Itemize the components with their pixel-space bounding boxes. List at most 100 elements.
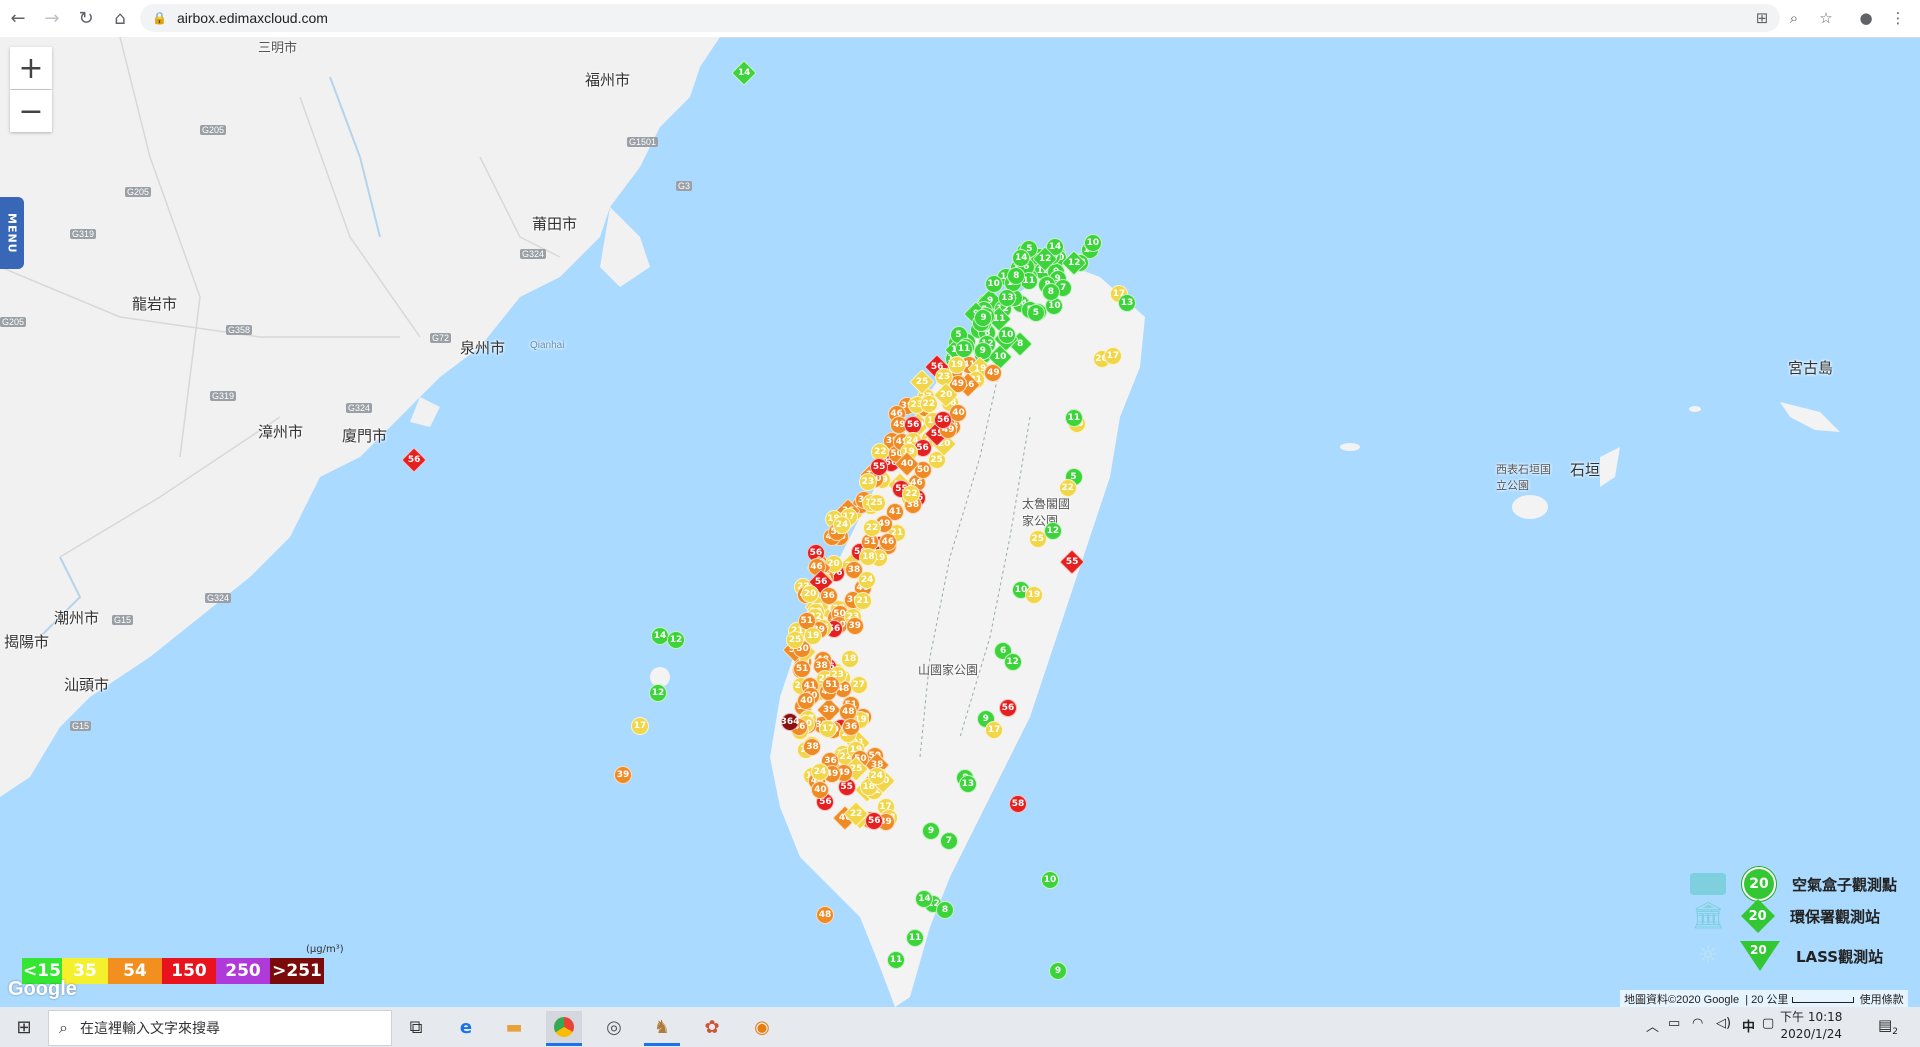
- more-menu-icon[interactable]: ⋮: [1884, 4, 1912, 32]
- sensor-marker[interactable]: 22: [863, 519, 882, 538]
- menu-tab-button[interactable]: MENU: [0, 197, 24, 269]
- sensor-marker[interactable]: 48: [816, 906, 834, 924]
- sensor-value: 51: [800, 616, 813, 627]
- sensor-value: 41: [888, 507, 902, 518]
- highway-shield: G319: [210, 391, 237, 401]
- compass-app-icon[interactable]: ◎: [596, 1011, 632, 1043]
- map-canvas[interactable]: 福州市 三明市 莆田市 龍岩市 泉州市 Qianhai 漳州市 廈門市 潮州市 …: [0, 37, 1920, 1007]
- windows-start-icon[interactable]: ⊞: [6, 1011, 42, 1043]
- sensor-value: 40: [800, 695, 813, 706]
- forward-icon[interactable]: →: [36, 3, 68, 35]
- reload-icon[interactable]: ↻: [70, 3, 102, 35]
- zoom-out-button[interactable]: −: [10, 90, 52, 132]
- profile-icon[interactable]: ●: [1852, 4, 1880, 32]
- sensor-value: 49: [951, 378, 965, 389]
- sensor-marker[interactable]: 19: [1024, 585, 1043, 604]
- sensor-marker[interactable]: 8: [1041, 283, 1060, 302]
- bookmark-star-icon[interactable]: ☆: [1812, 4, 1840, 32]
- sensor-marker[interactable]: 13: [1118, 293, 1137, 312]
- owl-app-icon[interactable]: ♞: [644, 1011, 680, 1046]
- tray-chevron-icon[interactable]: ︿: [1646, 1016, 1659, 1035]
- ime-indicator[interactable]: 中: [1742, 1016, 1755, 1035]
- task-view-icon[interactable]: ⧉: [398, 1011, 434, 1043]
- sensor-value: 22: [865, 523, 879, 534]
- sensor-marker[interactable]: 18: [840, 649, 859, 668]
- sensor-marker[interactable]: 364: [781, 713, 799, 731]
- sensor-marker[interactable]: 25: [867, 494, 886, 513]
- sensor-marker[interactable]: 40: [811, 780, 830, 799]
- sensor-marker[interactable]: 11: [906, 929, 924, 947]
- address-bar[interactable]: 🔒 airbox.edimaxcloud.com: [140, 4, 1780, 32]
- taskbar-clock[interactable]: 下午 10:18 2020/1/24: [1780, 1009, 1842, 1043]
- translate-icon[interactable]: ⊞: [1748, 4, 1776, 32]
- sensor-value: 12: [669, 635, 683, 645]
- sensor-marker[interactable]: 10: [1041, 871, 1059, 889]
- sensor-marker[interactable]: 12: [1043, 521, 1062, 540]
- notification-center-icon[interactable]: ▤2: [1878, 1016, 1898, 1037]
- sensor-marker[interactable]: 24: [832, 515, 851, 534]
- sensor-marker[interactable]: 17: [1103, 346, 1122, 365]
- sensor-marker[interactable]: 24: [867, 767, 886, 786]
- sensor-marker[interactable]: 20: [801, 584, 820, 603]
- sensor-marker[interactable]: 17: [819, 719, 838, 738]
- sensor-value: 24: [835, 519, 849, 530]
- paint-app-icon[interactable]: ✿: [694, 1011, 730, 1043]
- sensor-marker[interactable]: 49: [984, 363, 1003, 382]
- sensor-marker[interactable]: 11: [954, 339, 973, 358]
- sensor-marker[interactable]: 39: [614, 766, 632, 784]
- taskbar-search-box[interactable]: ⌕ 在這裡輸入文字來搜尋: [48, 1010, 392, 1046]
- sensor-marker[interactable]: 11: [887, 951, 905, 969]
- sensor-value: 23: [861, 477, 875, 488]
- sensor-marker[interactable]: 9: [973, 341, 992, 360]
- sensor-marker[interactable]: 25: [786, 630, 805, 649]
- highway-shield: G205: [0, 317, 27, 327]
- sensor-value: 36: [844, 722, 858, 733]
- sensor-marker[interactable]: 36: [819, 586, 838, 605]
- sensor-marker[interactable]: 22: [919, 395, 938, 414]
- sensor-marker[interactable]: 17: [985, 720, 1004, 739]
- sensor-marker[interactable]: 12: [649, 684, 667, 702]
- sensor-value: 5: [1032, 308, 1039, 319]
- sensor-marker[interactable]: 56: [999, 699, 1017, 717]
- zoom-in-button[interactable]: +: [10, 47, 52, 89]
- place-label: 龍岩市: [132, 296, 178, 313]
- zoom-icon[interactable]: ⌕: [1780, 4, 1808, 32]
- sensor-marker[interactable]: 13: [958, 774, 977, 793]
- sensor-marker[interactable]: 22: [1058, 479, 1077, 498]
- volume-icon[interactable]: ◁): [1716, 1016, 1731, 1031]
- sensor-marker[interactable]: 55: [870, 457, 889, 476]
- legend-label: LASS觀測站: [1796, 947, 1884, 966]
- terms-link[interactable]: 使用條款: [1860, 994, 1904, 1006]
- chrome-icon[interactable]: [546, 1011, 582, 1046]
- wifi-icon[interactable]: ◠: [1692, 1016, 1703, 1031]
- sensor-marker[interactable]: 9: [1049, 962, 1067, 980]
- home-icon[interactable]: ⌂: [104, 3, 136, 35]
- sensor-marker[interactable]: 10: [1083, 233, 1102, 252]
- sensor-marker[interactable]: 23: [858, 473, 877, 492]
- file-explorer-icon[interactable]: ▬: [496, 1011, 532, 1043]
- sensor-marker[interactable]: 17: [631, 717, 649, 735]
- sensor-marker[interactable]: 8: [936, 901, 954, 919]
- sensor-marker[interactable]: 56: [904, 415, 923, 434]
- sensor-marker[interactable]: 39: [845, 617, 864, 636]
- sensor-marker[interactable]: 18: [859, 547, 878, 566]
- sensor-marker[interactable]: 19: [804, 626, 823, 645]
- legend-epa: 🏛 20 環保署觀測站: [1690, 899, 1880, 933]
- sensor-marker[interactable]: 24: [858, 570, 877, 589]
- attribution-text: 地圖資料©2020 Google: [1624, 994, 1740, 1006]
- sensor-value: 7: [1059, 283, 1067, 294]
- sensor-marker[interactable]: 5: [1026, 304, 1045, 323]
- sensor-marker[interactable]: 14: [651, 627, 669, 645]
- sensor-value: 36: [824, 755, 837, 766]
- sensor-marker[interactable]: 21: [853, 591, 872, 610]
- sensor-marker[interactable]: 58: [1009, 795, 1027, 813]
- sensor-marker[interactable]: 12: [1003, 653, 1022, 672]
- blender-icon[interactable]: ◉: [744, 1011, 780, 1043]
- sensor-marker[interactable]: 12: [667, 631, 685, 649]
- battery-icon[interactable]: ▭: [1668, 1016, 1680, 1031]
- back-icon[interactable]: ←: [2, 3, 34, 35]
- edge-browser-icon[interactable]: e: [448, 1011, 484, 1043]
- sensor-marker[interactable]: 24: [810, 763, 829, 782]
- ime-mode-icon[interactable]: ▢: [1762, 1016, 1774, 1031]
- sensor-value: 10: [1048, 301, 1061, 312]
